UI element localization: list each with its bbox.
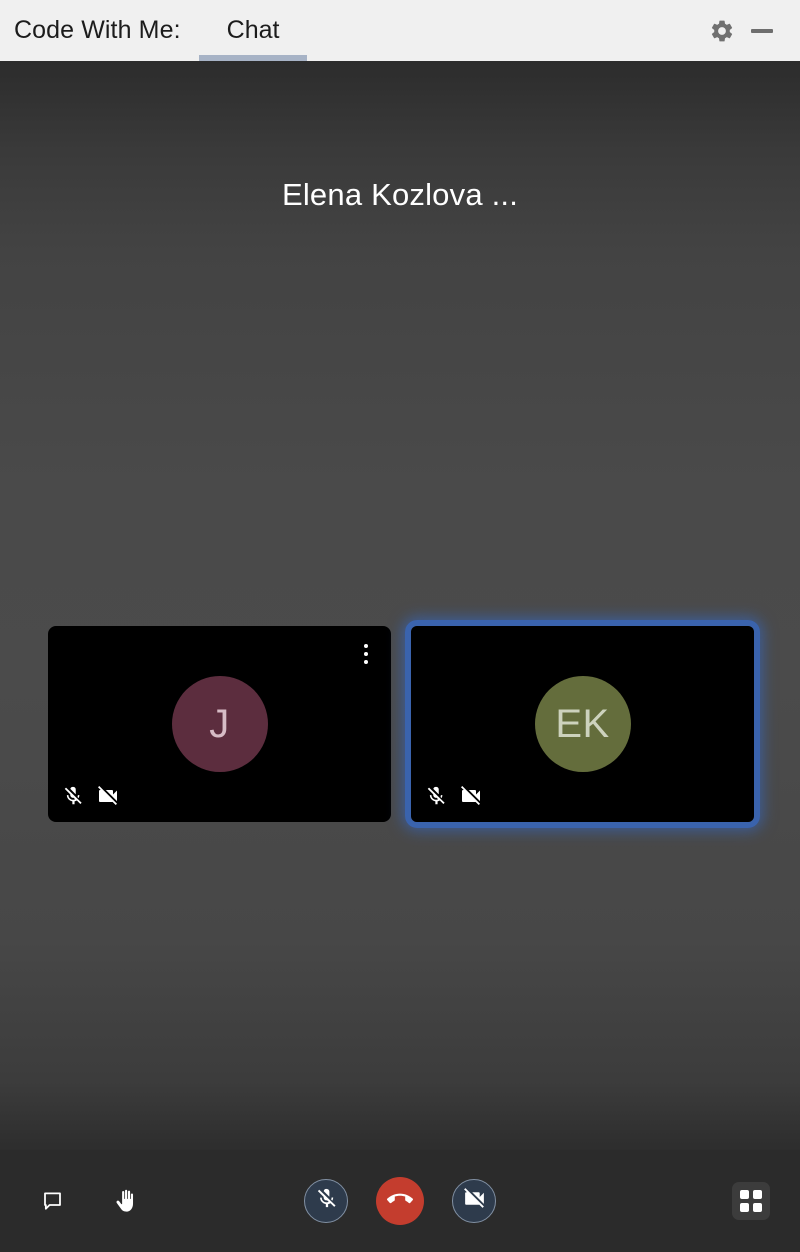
- minimize-icon: [751, 28, 773, 33]
- more-vertical-icon: [364, 652, 368, 656]
- meeting-title: Elena Kozlova ...: [281, 177, 519, 212]
- participant-grid: J EK: [48, 620, 760, 828]
- end-call-icon: [386, 1186, 413, 1217]
- participant-video: J: [48, 626, 391, 822]
- avatar: EK: [534, 676, 631, 772]
- chat-button[interactable]: [30, 1179, 74, 1223]
- grid-layout-icon: [740, 1190, 762, 1212]
- meeting-area: Elena Kozlova ... J EK: [0, 61, 800, 1150]
- participant-status-icons: [62, 784, 120, 808]
- minimize-button[interactable]: [742, 11, 782, 51]
- avatar-initials: EK: [555, 701, 610, 746]
- mic-off-icon: [62, 785, 84, 807]
- toolbar-left-group: [30, 1179, 148, 1223]
- gear-icon: [709, 18, 735, 44]
- raise-hand-icon: [113, 1188, 140, 1215]
- participant-status-icons: [425, 784, 483, 808]
- mic-off-icon: [425, 785, 447, 807]
- camera-off-icon: [462, 1186, 487, 1216]
- end-call-button[interactable]: [376, 1177, 424, 1225]
- avatar-initials: J: [209, 701, 230, 746]
- more-vertical-icon: [364, 660, 368, 664]
- tab-chat-label: Chat: [226, 16, 280, 44]
- toggle-microphone-button[interactable]: [304, 1179, 348, 1223]
- settings-button[interactable]: [702, 11, 742, 51]
- code-with-me-window: Code With Me: Chat Elena Kozlova ... J E…: [0, 0, 800, 1252]
- toggle-camera-button[interactable]: [452, 1179, 496, 1223]
- mic-off-icon: [315, 1187, 338, 1215]
- title-bar: Code With Me: Chat: [0, 0, 800, 61]
- camera-off-icon: [459, 784, 483, 808]
- toolbar-right-group: [732, 1182, 770, 1220]
- participant-more-button[interactable]: [355, 640, 377, 668]
- chat-bubble-icon: [40, 1189, 65, 1214]
- avatar: J: [171, 676, 268, 772]
- tab-bar: Chat: [198, 0, 308, 61]
- app-title: Code With Me:: [14, 16, 181, 44]
- tab-chat[interactable]: Chat: [198, 0, 308, 61]
- participant-tile[interactable]: J: [48, 626, 391, 822]
- more-vertical-icon: [364, 644, 368, 648]
- participant-video: EK: [411, 626, 754, 822]
- layout-view-button[interactable]: [732, 1182, 770, 1220]
- call-toolbar: [0, 1150, 800, 1252]
- raise-hand-button[interactable]: [104, 1179, 148, 1223]
- camera-off-icon: [96, 784, 120, 808]
- participant-tile-active[interactable]: EK: [405, 620, 760, 828]
